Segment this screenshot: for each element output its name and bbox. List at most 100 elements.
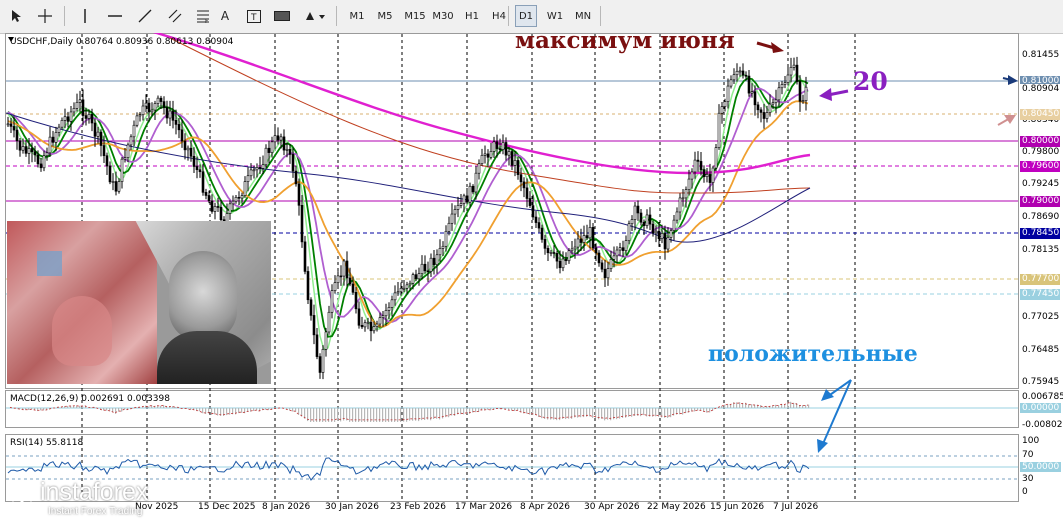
candle-body: [195, 166, 199, 171]
candle-body: [348, 277, 352, 285]
trendline-icon[interactable]: [134, 5, 156, 27]
text-icon[interactable]: A: [216, 5, 234, 27]
timeframe-h1[interactable]: H1: [461, 5, 483, 27]
horizontal-line-icon[interactable]: [104, 5, 126, 27]
candle-body: [375, 323, 379, 327]
candle-body: [234, 196, 238, 202]
candle-body: [516, 160, 520, 175]
shapes-dropdown-icon[interactable]: [302, 5, 328, 27]
macd-tick: 0.00000: [1020, 403, 1062, 413]
candle-body: [159, 97, 163, 102]
candle-body: [513, 160, 517, 166]
candle-body: [408, 282, 412, 286]
date-tick: 17 Mar 2026: [455, 502, 513, 512]
candle-body: [435, 254, 439, 265]
candle-body: [450, 213, 454, 224]
cursor-icon[interactable]: [6, 5, 28, 27]
symbol-dropdown-icon[interactable]: [8, 37, 14, 42]
rectangle-icon[interactable]: [272, 5, 292, 27]
crosshair-icon[interactable]: [34, 5, 56, 27]
chart-area: USDCHF,Daily 0.80764 0.80936 0.80613 0.8…: [0, 27, 1063, 520]
macd-bar: [229, 408, 231, 415]
candle-body: [156, 97, 160, 104]
candle-body: [468, 185, 472, 203]
macd-bar: [148, 406, 150, 408]
price-tick: 0.79245: [1022, 179, 1060, 189]
macd-bar: [502, 408, 504, 409]
macd-bar: [763, 406, 765, 408]
candle-body: [48, 136, 52, 154]
candle-body: [774, 99, 778, 103]
candle-body: [699, 161, 703, 170]
fibonacci-icon[interactable]: F: [192, 5, 214, 27]
portrait-face: [169, 251, 237, 341]
candle-body: [237, 196, 241, 199]
candle-body: [609, 259, 613, 269]
timeframe-m1[interactable]: M1: [346, 5, 368, 27]
candle-body: [627, 223, 631, 241]
candle-body: [150, 109, 154, 113]
candle-body: [138, 114, 142, 117]
candle-body: [615, 249, 619, 257]
candle-body: [687, 178, 691, 190]
timeframe-d1[interactable]: D1: [515, 5, 537, 27]
candle-body: [363, 322, 367, 328]
candle-body: [762, 112, 766, 119]
candle-body: [501, 142, 505, 150]
candle-body: [24, 146, 28, 154]
candle-body: [183, 140, 187, 151]
candle-body: [576, 238, 580, 248]
candle-body: [750, 91, 754, 94]
candle-body: [423, 263, 427, 272]
timeframe-h4[interactable]: H4: [488, 5, 510, 27]
timeframe-m5[interactable]: M5: [374, 5, 396, 27]
candle-body: [93, 122, 97, 137]
macd-bar: [337, 408, 339, 421]
price-level-box: 0.80904: [1020, 84, 1060, 95]
candle-body: [396, 291, 400, 294]
macd-bar: [580, 408, 582, 418]
candle-body: [594, 247, 598, 254]
vertical-line-icon[interactable]: [74, 5, 96, 27]
candle-body: [258, 167, 262, 169]
candle-body: [510, 151, 514, 166]
candle-body: [474, 172, 478, 193]
text-label-icon[interactable]: T: [244, 5, 264, 27]
candle-body: [261, 164, 265, 169]
candle-body: [165, 107, 169, 119]
macd-bar: [136, 407, 138, 408]
candle-body: [588, 227, 592, 239]
timeframe-m15[interactable]: M15: [402, 5, 428, 27]
macd-bar: [589, 408, 591, 417]
candle-body: [312, 315, 316, 336]
macd-bar: [631, 408, 633, 417]
candle-body: [285, 149, 289, 151]
candle-body: [621, 247, 625, 251]
timeframe-m30[interactable]: M30: [430, 5, 456, 27]
date-tick: 15 Dec 2025: [198, 502, 256, 512]
svg-text:T: T: [250, 13, 257, 23]
candle-body: [483, 153, 487, 156]
ma-200-line: [152, 33, 811, 175]
channel-icon[interactable]: [164, 5, 186, 27]
candle-body: [72, 108, 76, 113]
candle-body: [192, 155, 196, 167]
price-level-box: 0.77700: [1020, 274, 1060, 285]
macd-bar: [577, 408, 579, 418]
macd-bar: [160, 405, 162, 408]
candle-body: [789, 66, 793, 76]
timeframe-w1[interactable]: W1: [544, 5, 566, 27]
candle-body: [645, 214, 649, 226]
candle-body: [270, 141, 274, 153]
candle-body: [177, 124, 181, 131]
price-scale[interactable]: 0.81455 0.80340 0.79800 0.79245 0.78690 0.781…: [1019, 33, 1063, 389]
candle-body: [105, 155, 109, 167]
timeframe-mn[interactable]: MN: [572, 5, 594, 27]
candle-body: [657, 230, 661, 239]
candle-body: [279, 136, 283, 141]
candle-body: [213, 206, 217, 212]
macd-bar: [421, 408, 423, 421]
candle-body: [189, 147, 193, 157]
macd-bar: [565, 408, 567, 420]
candle-body: [303, 241, 307, 272]
